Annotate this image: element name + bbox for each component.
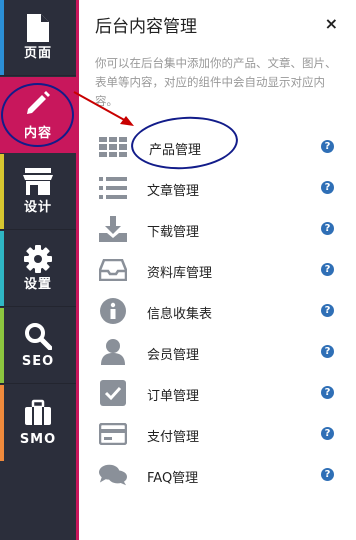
list-item-articles[interactable]: 文章管理 ? bbox=[79, 168, 356, 209]
content-list: 产品管理 ? 文章管理 ? 下载管理 ? 资料库管理 ? 信息收集表 ? 会员管… bbox=[79, 127, 356, 496]
list-item-downloads[interactable]: 下载管理 ? bbox=[79, 209, 356, 250]
annotation-arrow bbox=[73, 91, 134, 126]
side-nav: 页面 内容 设计 设置 SEO SMO bbox=[0, 0, 76, 540]
item-label: 会员管理 bbox=[147, 348, 200, 363]
help-icon[interactable]: ? bbox=[321, 427, 334, 440]
item-label: 信息收集表 bbox=[147, 307, 213, 322]
card-icon bbox=[99, 420, 127, 448]
annotation-circle-nav bbox=[1, 83, 74, 147]
gear-icon bbox=[0, 245, 76, 275]
nav-item-settings[interactable]: 设置 bbox=[0, 231, 76, 307]
user-icon bbox=[99, 338, 127, 366]
item-label: 文章管理 bbox=[147, 184, 200, 199]
help-icon[interactable]: ? bbox=[321, 181, 334, 194]
content-panel: 后台内容管理 × 你可以在后台集中添加你的产品、文章、图片、表单等内容，对应的组… bbox=[79, 0, 356, 540]
help-icon[interactable]: ? bbox=[321, 140, 334, 153]
nav-item-seo[interactable]: SEO bbox=[0, 308, 76, 384]
download-icon bbox=[99, 215, 127, 243]
item-label: 订单管理 bbox=[147, 389, 200, 404]
list-item-faq[interactable]: FAQ管理 ? bbox=[79, 455, 356, 496]
info-icon bbox=[99, 297, 127, 325]
help-icon[interactable]: ? bbox=[321, 468, 334, 481]
item-label: 支付管理 bbox=[147, 430, 200, 445]
nav-item-page[interactable]: 页面 bbox=[0, 0, 76, 76]
nav-label: 页面 bbox=[23, 46, 52, 61]
item-label: 资料库管理 bbox=[147, 266, 213, 281]
nav-label: SMO bbox=[19, 432, 57, 447]
close-button[interactable]: × bbox=[325, 14, 338, 33]
briefcase-icon bbox=[0, 399, 76, 429]
store-icon bbox=[0, 168, 76, 198]
help-icon[interactable]: ? bbox=[321, 263, 334, 276]
help-icon[interactable]: ? bbox=[321, 386, 334, 399]
help-icon[interactable]: ? bbox=[321, 345, 334, 358]
list-item-orders[interactable]: 订单管理 ? bbox=[79, 373, 356, 414]
list-item-payments[interactable]: 支付管理 ? bbox=[79, 414, 356, 455]
search-icon bbox=[0, 322, 76, 352]
nav-label: 设置 bbox=[23, 277, 52, 292]
nav-item-smo[interactable]: SMO bbox=[0, 385, 76, 461]
grid-icon bbox=[99, 133, 127, 161]
list-item-library[interactable]: 资料库管理 ? bbox=[79, 250, 356, 291]
item-label: FAQ管理 bbox=[147, 471, 199, 486]
panel-title: 后台内容管理 bbox=[95, 17, 197, 37]
checkbox-icon bbox=[99, 379, 127, 407]
nav-label: SEO bbox=[21, 354, 55, 369]
help-icon[interactable]: ? bbox=[321, 222, 334, 235]
nav-item-design[interactable]: 设计 bbox=[0, 154, 76, 230]
page-icon bbox=[0, 14, 76, 44]
list-item-forms[interactable]: 信息收集表 ? bbox=[79, 291, 356, 332]
item-label: 下载管理 bbox=[147, 225, 200, 240]
nav-label: 设计 bbox=[23, 200, 52, 215]
inbox-icon bbox=[99, 256, 127, 284]
list-icon bbox=[99, 174, 127, 202]
chat-icon bbox=[99, 461, 127, 489]
help-icon[interactable]: ? bbox=[321, 304, 334, 317]
list-item-members[interactable]: 会员管理 ? bbox=[79, 332, 356, 373]
